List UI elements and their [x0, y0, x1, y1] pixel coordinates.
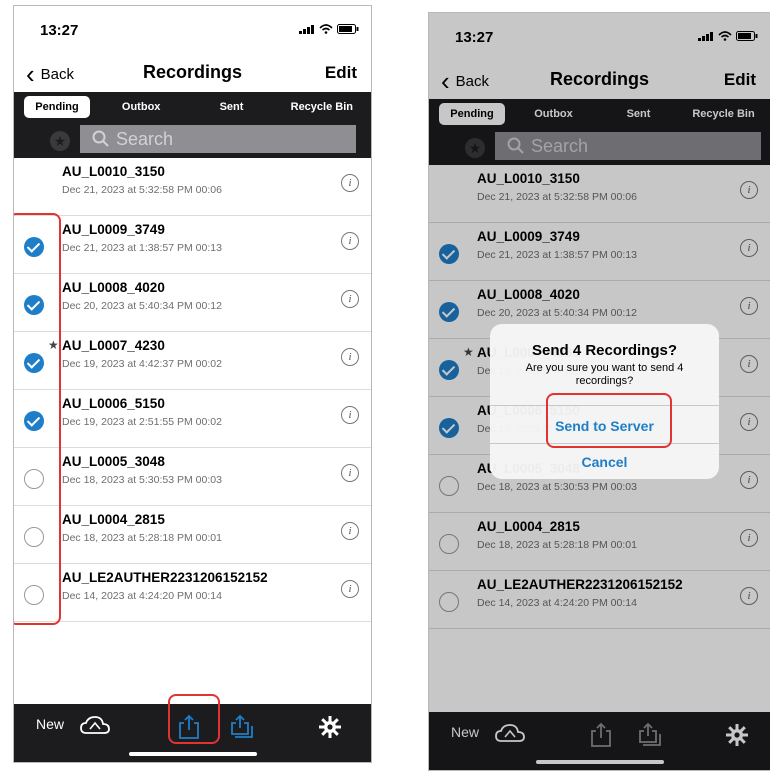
info-icon[interactable]: i — [341, 464, 359, 482]
nav-bar: ‹ Back Recordings Edit — [14, 58, 371, 92]
status-time: 13:27 — [40, 22, 79, 39]
info-icon[interactable]: i — [341, 522, 359, 540]
recording-title: AU_L0007_4230 — [62, 338, 165, 353]
list-item[interactable]: AU_L0009_3749 Dec 21, 2023 at 1:38:57 PM… — [14, 216, 371, 274]
segmented-control: Pending Outbox Sent Recycle Bin — [14, 92, 371, 122]
recording-title: AU_LE2AUTHER2231206152152 — [62, 570, 268, 585]
recording-subtitle: Dec 20, 2023 at 5:40:34 PM 00:12 — [62, 300, 222, 312]
list-item[interactable]: AU_L0008_4020 Dec 20, 2023 at 5:40:34 PM… — [14, 274, 371, 332]
tab-recycle-bin[interactable]: Recycle Bin — [277, 96, 367, 118]
info-icon[interactable]: i — [341, 406, 359, 424]
star-filter-icon[interactable]: ★ — [50, 131, 70, 151]
list-item[interactable]: AU_L0010_3150 Dec 21, 2023 at 5:32:58 PM… — [14, 158, 371, 216]
page-title: Recordings — [142, 62, 243, 82]
list-item[interactable]: AU_L0006_5150 Dec 19, 2023 at 2:51:55 PM… — [14, 390, 371, 448]
info-icon[interactable]: i — [341, 290, 359, 308]
recording-subtitle: Dec 21, 2023 at 5:32:58 PM 00:06 — [62, 184, 222, 196]
info-icon[interactable]: i — [341, 348, 359, 366]
info-icon[interactable]: i — [341, 580, 359, 598]
edit-button[interactable]: Edit — [325, 63, 357, 83]
dialog-title: Send 4 Recordings? — [531, 342, 678, 359]
tab-pending[interactable]: Pending — [24, 96, 90, 118]
search-placeholder: Search — [116, 128, 174, 149]
recording-subtitle: Dec 19, 2023 at 2:51:55 PM 00:02 — [62, 416, 222, 428]
list-item[interactable]: ★ AU_L0007_4230 Dec 19, 2023 at 4:42:37 … — [14, 332, 371, 390]
dialog-message: Are you sure you want to send 4 recordin… — [525, 362, 684, 387]
home-indicator — [128, 752, 257, 756]
wifi-icon — [319, 24, 333, 34]
recording-title: AU_L0006_5150 — [62, 396, 165, 411]
phone-screen-confirm: 13:27 ‹ Back Recordings Edit Pending Out… — [428, 12, 770, 771]
battery-icon — [337, 24, 359, 34]
cloud-sync-icon[interactable] — [80, 714, 110, 738]
status-bar: 13:27 — [14, 6, 371, 58]
recording-subtitle: Dec 18, 2023 at 5:30:53 PM 00:03 — [62, 474, 222, 486]
recording-title: AU_L0005_3048 — [62, 454, 165, 469]
checkbox-highlight-box — [14, 213, 61, 625]
info-icon[interactable]: i — [341, 232, 359, 250]
phone-screen-selection: 13:27 ‹ Back Recordings Edit Pending Out… — [13, 5, 372, 763]
list-item[interactable]: AU_L0005_3048 Dec 18, 2023 at 5:30:53 PM… — [14, 448, 371, 506]
search-icon — [92, 130, 109, 147]
send-highlight-box — [546, 393, 672, 448]
list-item[interactable]: AU_LE2AUTHER2231206152152 Dec 14, 2023 a… — [14, 564, 371, 622]
recording-title: AU_L0004_2815 — [62, 512, 165, 527]
recording-title: AU_L0009_3749 — [62, 222, 165, 237]
tab-sent[interactable]: Sent — [186, 96, 276, 118]
new-button[interactable]: New — [36, 716, 64, 732]
cancel-button[interactable]: Cancel — [490, 454, 719, 470]
search-bar: ★ Search — [14, 122, 371, 158]
signal-icon — [299, 25, 314, 34]
gear-icon[interactable] — [319, 716, 341, 738]
recording-subtitle: Dec 18, 2023 at 5:28:18 PM 00:01 — [62, 532, 222, 544]
recording-title: AU_L0008_4020 — [62, 280, 165, 295]
recording-subtitle: Dec 21, 2023 at 1:38:57 PM 00:13 — [62, 242, 222, 254]
tab-outbox[interactable]: Outbox — [96, 96, 186, 118]
info-icon[interactable]: i — [341, 174, 359, 192]
share-highlight-box — [168, 694, 220, 744]
search-input[interactable]: Search — [80, 125, 356, 153]
recording-subtitle: Dec 14, 2023 at 4:24:20 PM 00:14 — [62, 590, 222, 602]
recording-subtitle: Dec 19, 2023 at 4:42:37 PM 00:02 — [62, 358, 222, 370]
recording-title: AU_L0010_3150 — [62, 164, 165, 179]
list-item[interactable]: AU_L0004_2815 Dec 18, 2023 at 5:28:18 PM… — [14, 506, 371, 564]
share-all-icon[interactable] — [229, 714, 255, 740]
